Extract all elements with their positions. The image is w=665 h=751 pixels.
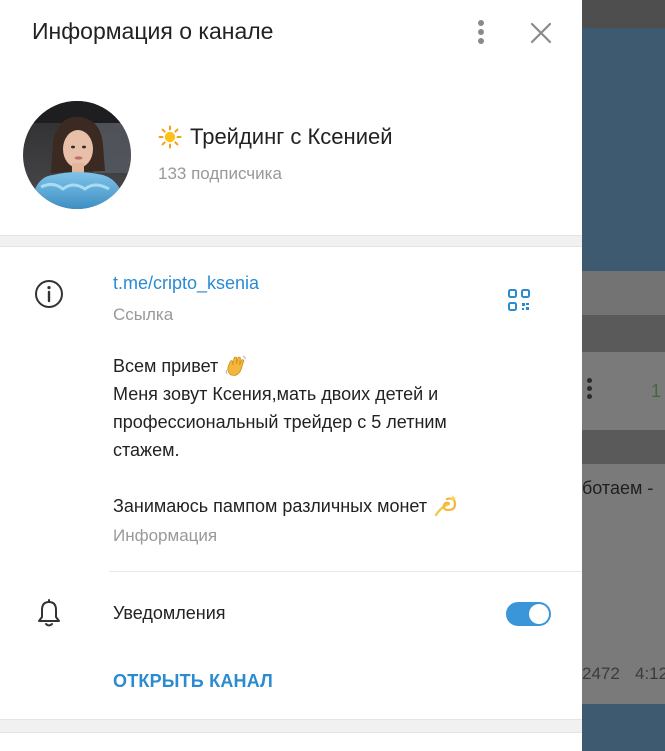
subscriber-count: 133 подписчика [158,164,282,183]
qr-code-button[interactable] [502,283,536,317]
qr-code-icon [508,289,530,311]
description-line [113,464,459,492]
avatar-photo [23,101,131,209]
link-label: Ссылка [113,305,174,324]
channel-description: Всем привет Меня зовут Ксения,мать двоих… [113,352,459,520]
background-chat-header [582,28,665,271]
notifications-toggle[interactable] [506,602,551,626]
background-strip [582,271,665,315]
info-icon [35,280,63,308]
open-channel-button[interactable]: ОТКРЫТЬ КАНАЛ [113,671,273,692]
background-bar [582,315,665,352]
background-time: 4:12 [635,664,665,683]
background-count: 1 [651,381,662,401]
close-button[interactable] [524,16,558,50]
description-line: профессиональный трейдер с 5 летним [113,412,447,432]
bell-icon-wrap [34,597,64,631]
channel-info-panel: Информация о канале Трейдинг с Ксенией 1… [0,0,582,751]
channel-name-text: Трейдинг с Ксенией [190,124,393,149]
waving-hand-icon [226,355,247,376]
background-views: 2472 [582,664,620,683]
sun-icon [158,125,182,149]
section-divider [0,235,582,247]
background-bar-2 [582,430,665,464]
background-more-icon [586,378,592,402]
info-icon-wrap [33,278,65,310]
close-icon [530,22,552,44]
channel-link[interactable]: t.me/cripto_ksenia [113,273,259,294]
more-vertical-icon [478,20,484,44]
notifications-label: Уведомления [113,603,226,623]
dizzy-icon [434,495,457,517]
divider-line [109,571,582,572]
toggle-knob [529,604,549,624]
background-bottom-bar [582,704,665,751]
panel-title: Информация о канале [32,18,274,44]
bell-icon [38,599,60,627]
description-label: Информация [113,526,218,545]
background-message-text: ботаем - [582,478,654,498]
background-header [582,0,665,28]
channel-name: Трейдинг с Ксенией [158,124,393,150]
more-button[interactable] [466,16,496,48]
description-line: стажем. [113,440,180,460]
description-line: Всем привет [113,352,459,380]
section-divider-bottom [0,719,582,733]
description-line: Меня зовут Ксения,мать двоих детей и [113,384,439,404]
avatar[interactable] [23,101,131,209]
description-line: Занимаюсь пампом различных монет [113,492,459,520]
